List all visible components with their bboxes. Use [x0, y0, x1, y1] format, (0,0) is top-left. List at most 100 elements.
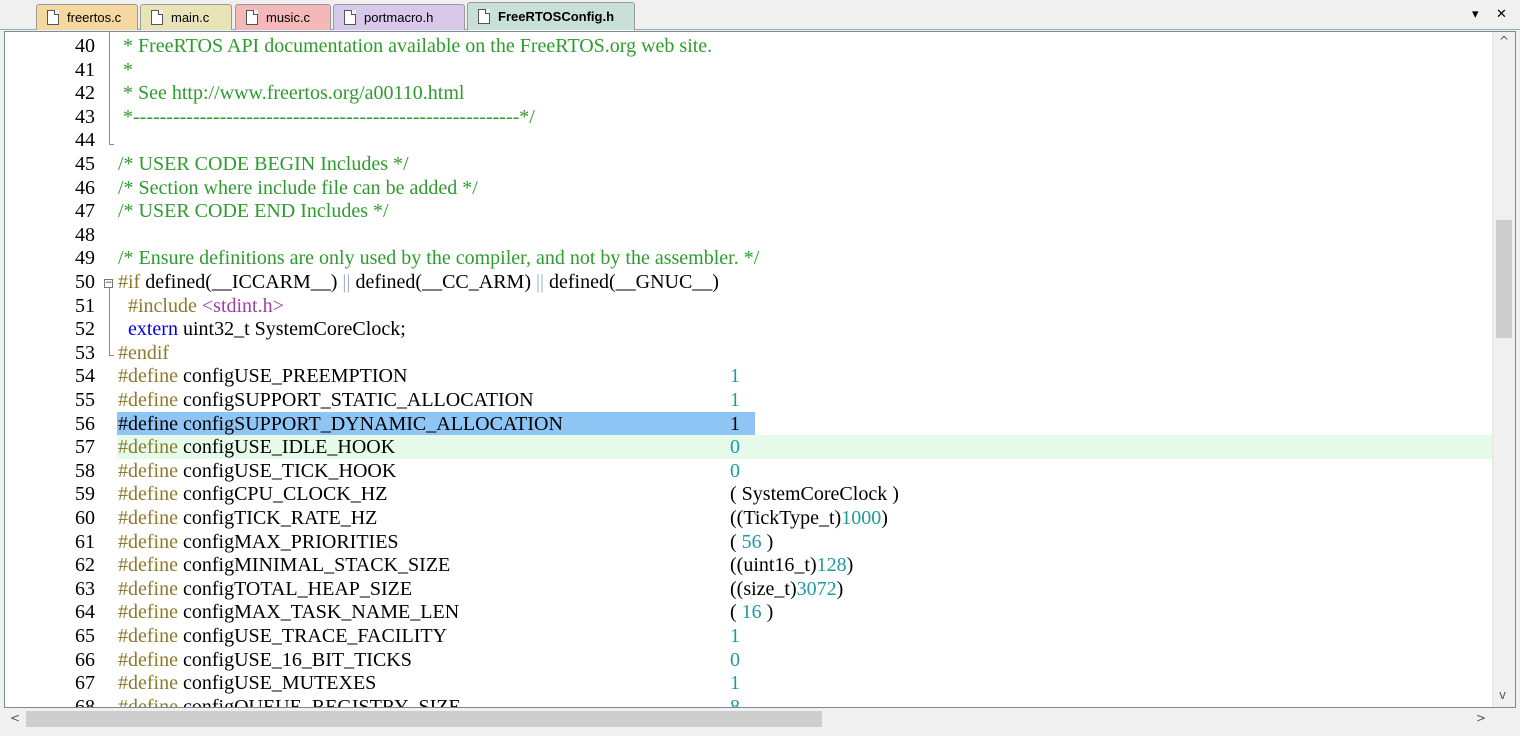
define-value: 1 — [730, 412, 740, 436]
code-line[interactable]: 42 * See http://www.freertos.org/a00110.… — [5, 81, 1495, 105]
scroll-down-icon[interactable]: v — [1499, 688, 1506, 702]
tab-freertos-c[interactable]: freertos.c — [36, 4, 138, 30]
code-line[interactable]: 43 *------------------------------------… — [5, 105, 1495, 129]
code-token: ( — [730, 531, 742, 553]
code-token: #define — [118, 413, 178, 435]
code-line[interactable]: 44 — [5, 128, 1495, 152]
define-value: 0 — [730, 459, 740, 483]
code-text: /* Ensure definitions are only used by t… — [118, 246, 759, 270]
code-line[interactable]: 60 #define configTICK_RATE_HZ ((TickType_t… — [5, 506, 1495, 530]
code-token: configMAX_TASK_NAME_LEN — [177, 601, 460, 623]
code-token: /* Ensure definitions are only used by t… — [118, 247, 760, 269]
code-line[interactable]: 64 #define configMAX_TASK_NAME_LEN ( 16 ) — [5, 600, 1495, 624]
code-token: 1 — [730, 413, 740, 435]
code-token: configUSE_TICK_HOOK — [177, 460, 397, 482]
code-token: 56 — [741, 531, 762, 553]
line-number: 66 — [75, 649, 95, 671]
tab-music-c[interactable]: music.c — [235, 4, 331, 30]
code-text: * — [118, 58, 133, 82]
code-editor[interactable]: 40 * FreeRTOS API documentation availabl… — [4, 31, 1516, 708]
scroll-up-icon[interactable]: ^ — [1499, 34, 1509, 48]
fold-toggle-icon[interactable]: − — [104, 279, 113, 288]
code-text: #define configQUEUE_REGISTRY_SIZE — [118, 695, 461, 708]
code-line[interactable]: 45 /* USER CODE BEGIN Includes */ — [5, 152, 1495, 176]
code-text: #define configUSE_IDLE_HOOK — [118, 435, 395, 459]
code-token: 1 — [730, 672, 740, 694]
define-value: 0 — [730, 648, 740, 672]
scroll-left-icon[interactable]: < — [10, 711, 20, 725]
define-value: ((TickType_t)1000) — [730, 506, 888, 530]
code-text: #define configMAX_TASK_NAME_LEN — [118, 600, 459, 624]
code-line[interactable]: 52 extern uint32_t SystemCoreClock; — [5, 317, 1495, 341]
code-line[interactable]: 66 #define configUSE_16_BIT_TICKS 0 — [5, 648, 1495, 672]
code-token: /* USER CODE END Includes */ — [118, 200, 389, 222]
code-line[interactable]: 57 #define configUSE_IDLE_HOOK 0 — [5, 435, 1495, 459]
code-token: #define — [118, 696, 178, 708]
tab-main-c[interactable]: main.c — [140, 4, 232, 30]
scroll-right-icon[interactable]: > — [1476, 711, 1486, 725]
define-value: ( 16 ) — [730, 600, 773, 624]
code-line[interactable]: 58 #define configUSE_TICK_HOOK 0 — [5, 459, 1495, 483]
code-line[interactable]: 40 * FreeRTOS API documentation availabl… — [5, 34, 1495, 58]
code-token: #include — [118, 295, 202, 317]
code-line[interactable]: 48 — [5, 223, 1495, 247]
code-line[interactable]: 54 #define configUSE_PREEMPTION 1 — [5, 364, 1495, 388]
horizontal-scrollbar[interactable]: < > — [4, 708, 1494, 730]
code-line[interactable]: 49 /* Ensure definitions are only used by… — [5, 246, 1495, 270]
line-number: 63 — [75, 578, 95, 600]
vertical-scroll-thumb[interactable] — [1496, 220, 1512, 338]
file-icon — [344, 10, 356, 25]
line-number: 65 — [75, 625, 95, 647]
code-line[interactable]: 50 #if defined(__ICCARM__) || defined(__C… — [5, 270, 1495, 294]
code-line[interactable]: 56 #define configSUPPORT_DYNAMIC_ALLOCATI… — [5, 412, 1495, 436]
code-token: 1 — [730, 625, 740, 647]
code-line[interactable]: 65 #define configUSE_TRACE_FACILITY 1 — [5, 624, 1495, 648]
code-line[interactable]: 41 * — [5, 58, 1495, 82]
code-text: #define configUSE_TICK_HOOK — [118, 459, 396, 483]
define-value: 1 — [730, 364, 740, 388]
code-token: configMAX_PRIORITIES — [177, 531, 399, 553]
tab-freertosconfig-h[interactable]: FreeRTOSConfig.h — [467, 2, 635, 31]
fold-guide — [109, 288, 110, 355]
code-line[interactable]: 63 #define configTOTAL_HEAP_SIZE ((size_t)… — [5, 577, 1495, 601]
code-line[interactable]: 46 /* Section where include file can be a… — [5, 176, 1495, 200]
close-icon[interactable]: ✕ — [1496, 6, 1507, 22]
code-line[interactable]: 55 #define configSUPPORT_STATIC_ALLOCATIO… — [5, 388, 1495, 412]
line-number: 45 — [75, 153, 95, 175]
code-token: uint32_t SystemCoreClock; — [177, 318, 406, 340]
code-line[interactable]: 53 #endif — [5, 341, 1495, 365]
code-text: /* USER CODE BEGIN Includes */ — [118, 152, 409, 176]
code-token: configTICK_RATE_HZ — [177, 507, 378, 529]
line-number: 61 — [75, 531, 95, 553]
code-line[interactable]: 59 #define configCPU_CLOCK_HZ ( SystemCore… — [5, 482, 1495, 506]
scrollbar-corner — [1494, 708, 1516, 730]
code-line[interactable]: 61 #define configMAX_PRIORITIES ( 56 ) — [5, 530, 1495, 554]
line-number: 62 — [75, 554, 95, 576]
code-line[interactable]: 68 #define configQUEUE_REGISTRY_SIZE 8 — [5, 695, 1495, 708]
line-number: 64 — [75, 601, 95, 623]
code-line[interactable]: 67 #define configUSE_MUTEXES 1 — [5, 671, 1495, 695]
vertical-scrollbar[interactable]: ^ v — [1492, 32, 1515, 707]
line-number: 68 — [75, 696, 95, 708]
tab-label: FreeRTOSConfig.h — [498, 9, 615, 24]
code-token: 0 — [730, 460, 740, 482]
horizontal-scroll-thumb[interactable] — [26, 711, 822, 727]
line-number: 58 — [75, 460, 95, 482]
define-value: 1 — [730, 624, 740, 648]
line-number: 40 — [75, 35, 95, 57]
code-text: #include <stdint.h> — [118, 294, 284, 318]
tab-portmacro-h[interactable]: portmacro.h — [333, 4, 465, 30]
line-number: 43 — [75, 106, 95, 128]
line-number: 42 — [75, 82, 95, 104]
code-text: #define configCPU_CLOCK_HZ — [118, 482, 387, 506]
code-line[interactable]: 47 /* USER CODE END Includes */ — [5, 199, 1495, 223]
code-text: #define configUSE_TRACE_FACILITY — [118, 624, 447, 648]
code-line[interactable]: 62 #define configMINIMAL_STACK_SIZE ((uint… — [5, 553, 1495, 577]
code-text: #if defined(__ICCARM__) || defined(__CC_… — [118, 270, 719, 294]
code-text: #define configTOTAL_HEAP_SIZE — [118, 577, 412, 601]
code-token: #define — [118, 672, 178, 694]
code-token: configQUEUE_REGISTRY_SIZE — [177, 696, 461, 708]
code-line[interactable]: 51 #include <stdint.h> — [5, 294, 1495, 318]
tab-list-dropdown-icon[interactable]: ▾ — [1472, 6, 1479, 22]
code-token: /* Section where include file can be add… — [118, 177, 478, 199]
